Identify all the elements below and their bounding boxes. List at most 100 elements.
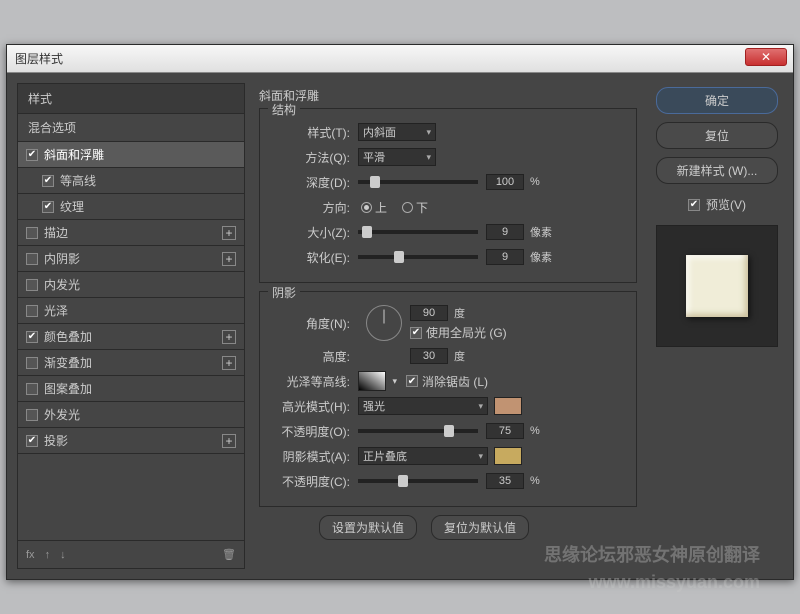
add-effect-icon[interactable]: + bbox=[222, 356, 236, 370]
style-item-10[interactable]: 外发光 bbox=[18, 402, 244, 428]
right-panel: 确定 复位 新建样式 (W)... 预览(V) bbox=[651, 83, 783, 569]
style-checkbox[interactable] bbox=[26, 253, 38, 265]
style-list: 斜面和浮雕等高线纹理描边+内阴影+内发光光泽颜色叠加+渐变叠加+图案叠加外发光投… bbox=[18, 142, 244, 540]
antialias-checkbox[interactable]: ✔ bbox=[406, 375, 418, 387]
blending-options[interactable]: 混合选项 bbox=[18, 114, 244, 142]
style-item-label: 颜色叠加 bbox=[44, 328, 92, 345]
highlight-color-swatch[interactable] bbox=[494, 397, 522, 415]
style-item-label: 外发光 bbox=[44, 406, 80, 423]
arrow-up-icon[interactable]: ↑ bbox=[45, 549, 51, 561]
angle-dial[interactable] bbox=[366, 305, 402, 341]
group-title: 斜面和浮雕 bbox=[259, 87, 637, 104]
style-checkbox[interactable] bbox=[26, 149, 38, 161]
shadow-mode-select[interactable]: 正片叠底▾ bbox=[358, 447, 488, 465]
technique-label: 方法(Q): bbox=[270, 149, 350, 166]
style-item-8[interactable]: 渐变叠加+ bbox=[18, 350, 244, 376]
shadow-opacity-input[interactable] bbox=[486, 473, 524, 489]
style-item-4[interactable]: 内阴影 + bbox=[18, 246, 244, 272]
style-item-5[interactable]: 内发光 bbox=[18, 272, 244, 298]
new-style-button[interactable]: 新建样式 (W)... bbox=[656, 157, 778, 184]
style-checkbox[interactable] bbox=[26, 331, 38, 343]
preview-checkbox[interactable] bbox=[688, 199, 700, 211]
structure-group: 结构 样式(T): 内斜面▾ 方法(Q): 平滑▾ 深度(D): % 方向: bbox=[259, 108, 637, 283]
highlight-opacity-input[interactable] bbox=[486, 423, 524, 439]
style-item-0[interactable]: 斜面和浮雕 bbox=[18, 142, 244, 168]
shadow-opacity-slider[interactable] bbox=[358, 479, 478, 483]
gloss-contour-picker[interactable]: ▾ bbox=[358, 371, 386, 391]
make-default-button[interactable]: 设置为默认值 bbox=[319, 515, 417, 540]
add-effect-icon[interactable]: + bbox=[222, 252, 236, 266]
add-effect-icon[interactable]: + bbox=[222, 226, 236, 240]
direction-up-radio[interactable] bbox=[361, 202, 372, 213]
preview-label: 预览(V) bbox=[706, 196, 746, 213]
style-item-label: 投影 bbox=[44, 432, 68, 449]
add-effect-icon[interactable]: + bbox=[222, 330, 236, 344]
highlight-opacity-slider[interactable] bbox=[358, 429, 478, 433]
soften-unit: 像素 bbox=[530, 249, 552, 265]
reset-default-button[interactable]: 复位为默认值 bbox=[431, 515, 529, 540]
altitude-input[interactable] bbox=[410, 348, 448, 364]
style-item-3[interactable]: 描边 + bbox=[18, 220, 244, 246]
trash-icon[interactable]: 🗑 bbox=[222, 548, 236, 561]
style-checkbox[interactable] bbox=[26, 383, 38, 395]
size-label: 大小(Z): bbox=[270, 224, 350, 241]
highlight-opacity-label: 不透明度(O): bbox=[270, 423, 350, 440]
soften-slider[interactable] bbox=[358, 255, 478, 259]
shadow-opacity-label: 不透明度(C): bbox=[270, 473, 350, 490]
arrow-down-icon[interactable]: ↓ bbox=[60, 549, 66, 561]
highlight-mode-select[interactable]: 强光▾ bbox=[358, 397, 488, 415]
style-checkbox[interactable] bbox=[42, 175, 54, 187]
ok-button[interactable]: 确定 bbox=[656, 87, 778, 114]
titlebar[interactable]: 图层样式 ✕ bbox=[7, 45, 793, 73]
dialog-body: 样式 混合选项 斜面和浮雕等高线纹理描边+内阴影+内发光光泽颜色叠加+渐变叠加+… bbox=[7, 73, 793, 579]
fx-icon[interactable]: fx bbox=[26, 549, 35, 561]
close-button[interactable]: ✕ bbox=[745, 48, 787, 66]
style-item-9[interactable]: 图案叠加 bbox=[18, 376, 244, 402]
dialog-title: 图层样式 bbox=[15, 50, 63, 67]
style-item-label: 光泽 bbox=[44, 302, 68, 319]
style-checkbox[interactable] bbox=[26, 227, 38, 239]
soften-label: 软化(E): bbox=[270, 249, 350, 266]
chevron-down-icon: ▾ bbox=[392, 376, 397, 387]
size-input[interactable] bbox=[486, 224, 524, 240]
depth-slider[interactable] bbox=[358, 180, 478, 184]
style-label: 样式(T): bbox=[270, 124, 350, 141]
style-checkbox[interactable] bbox=[26, 305, 38, 317]
style-checkbox[interactable] bbox=[42, 201, 54, 213]
style-item-label: 纹理 bbox=[60, 198, 84, 215]
style-item-label: 描边 bbox=[44, 224, 68, 241]
style-item-label: 内阴影 bbox=[44, 250, 80, 267]
style-item-label: 等高线 bbox=[60, 172, 96, 189]
style-item-2[interactable]: 纹理 bbox=[18, 194, 244, 220]
styles-panel: 样式 混合选项 斜面和浮雕等高线纹理描边+内阴影+内发光光泽颜色叠加+渐变叠加+… bbox=[17, 83, 245, 569]
technique-select[interactable]: 平滑▾ bbox=[358, 148, 436, 166]
angle-input[interactable] bbox=[410, 305, 448, 321]
cancel-button[interactable]: 复位 bbox=[656, 122, 778, 149]
soften-input[interactable] bbox=[486, 249, 524, 265]
style-checkbox[interactable] bbox=[26, 279, 38, 291]
shadow-mode-label: 阴影模式(A): bbox=[270, 448, 350, 465]
global-light-checkbox[interactable]: ✔ bbox=[410, 327, 422, 339]
style-checkbox[interactable] bbox=[26, 357, 38, 369]
styles-footer: fx ↑ ↓ 🗑 bbox=[18, 540, 244, 568]
structure-legend: 结构 bbox=[268, 101, 300, 118]
shadow-color-swatch[interactable] bbox=[494, 447, 522, 465]
add-effect-icon[interactable]: + bbox=[222, 434, 236, 448]
style-checkbox[interactable] bbox=[26, 435, 38, 447]
layer-style-dialog: 图层样式 ✕ 样式 混合选项 斜面和浮雕等高线纹理描边+内阴影+内发光光泽颜色叠… bbox=[6, 44, 794, 580]
preview-swatch bbox=[686, 255, 748, 317]
size-slider[interactable] bbox=[358, 230, 478, 234]
style-item-1[interactable]: 等高线 bbox=[18, 168, 244, 194]
chevron-down-icon: ▾ bbox=[478, 401, 483, 412]
style-item-6[interactable]: 光泽 bbox=[18, 298, 244, 324]
size-unit: 像素 bbox=[530, 224, 552, 240]
style-select[interactable]: 内斜面▾ bbox=[358, 123, 436, 141]
depth-label: 深度(D): bbox=[270, 174, 350, 191]
style-checkbox[interactable] bbox=[26, 409, 38, 421]
depth-unit: % bbox=[530, 176, 540, 188]
depth-input[interactable] bbox=[486, 174, 524, 190]
chevron-down-icon: ▾ bbox=[426, 152, 431, 163]
style-item-11[interactable]: 投影 + bbox=[18, 428, 244, 454]
style-item-7[interactable]: 颜色叠加 + bbox=[18, 324, 244, 350]
direction-down-radio[interactable] bbox=[402, 202, 413, 213]
